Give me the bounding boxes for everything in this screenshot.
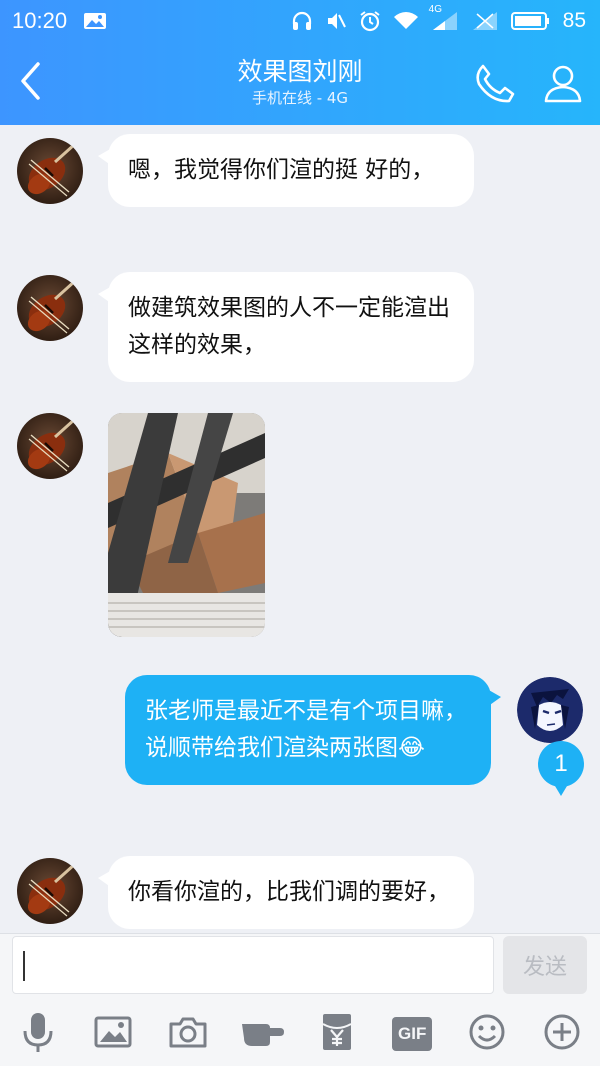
wifi-icon — [393, 11, 419, 31]
network-type: 4G — [428, 4, 442, 15]
status-time: 10:20 — [12, 8, 68, 33]
image-message[interactable] — [108, 413, 265, 637]
signal-icon: 4G — [429, 4, 459, 32]
message-text: 你看你渲的，比我们调的要好， — [128, 879, 450, 905]
title-bar: 效果图刘刚 手机在线 - 4G — [0, 42, 600, 125]
message-bubble[interactable]: 嗯，我觉得你们渲的挺 好的， — [98, 134, 474, 207]
message-text: 嗯，我觉得你们渲的挺 好的， — [128, 157, 435, 183]
my-avatar[interactable] — [517, 677, 583, 743]
unread-count: 1 — [554, 750, 568, 777]
call-button[interactable] — [470, 62, 520, 108]
message-bubble[interactable]: 你看你渲的，比我们调的要好， — [98, 856, 474, 929]
send-button[interactable]: 发送 — [503, 936, 587, 994]
chat-title: 效果图刘刚 — [237, 57, 363, 86]
mic-icon — [22, 1011, 54, 1057]
picture-icon — [94, 1016, 132, 1052]
text-caret — [23, 951, 25, 981]
status-bar: 10:20 4G 85 — [0, 0, 600, 42]
poke-button[interactable] — [241, 1012, 285, 1056]
chat-subtitle: 手机在线 - 4G — [251, 89, 349, 107]
battery-level: 85 — [562, 9, 586, 32]
mute-icon — [325, 10, 347, 32]
profile-icon — [543, 62, 583, 108]
emoji-button[interactable] — [465, 1012, 509, 1056]
contact-avatar[interactable] — [17, 138, 83, 204]
message-text: 做建筑效果图的人不一定能渲出这样的效果， — [128, 295, 450, 358]
phone-icon — [473, 62, 517, 108]
poke-icon — [240, 1016, 286, 1052]
message-bubble[interactable]: 做建筑效果图的人不一定能渲出这样的效果， — [98, 272, 474, 382]
signal-icon — [471, 10, 499, 32]
red-packet-button[interactable] — [315, 1012, 359, 1056]
battery-icon — [510, 11, 551, 31]
header: 10:20 4G 85 效果图刘刚 手机在线 - 4G — [0, 0, 600, 125]
profile-button[interactable] — [538, 62, 588, 108]
composer: 发送 GIF — [0, 933, 600, 1066]
image-icon — [83, 11, 107, 31]
plus-icon — [543, 1013, 581, 1055]
emoji-icon — [468, 1013, 506, 1055]
laughing-emoji: 😂 — [398, 735, 425, 761]
more-button[interactable] — [540, 1012, 584, 1056]
unread-badge[interactable]: 1 — [538, 741, 584, 796]
gif-button[interactable]: GIF — [390, 1012, 434, 1056]
gif-icon: GIF — [392, 1017, 433, 1051]
voice-button[interactable] — [16, 1012, 60, 1056]
back-icon — [19, 61, 41, 105]
contact-avatar[interactable] — [17, 858, 83, 924]
composer-toolbar: GIF — [0, 1006, 600, 1062]
contact-avatar[interactable] — [17, 275, 83, 341]
headphone-icon — [291, 10, 313, 32]
red-packet-icon — [321, 1012, 353, 1056]
gif-label: GIF — [398, 1024, 427, 1043]
back-button[interactable] — [10, 58, 50, 108]
message-list[interactable]: 嗯，我觉得你们渲的挺 好的， 做建筑效果图的人不一定能渲出这样的效果， 张老师是… — [0, 125, 600, 933]
contact-avatar[interactable] — [17, 413, 83, 479]
message-input[interactable] — [12, 936, 494, 994]
camera-button[interactable] — [166, 1012, 210, 1056]
camera-icon — [169, 1016, 207, 1052]
chat-title-block[interactable]: 效果图刘刚 手机在线 - 4G — [150, 56, 450, 108]
alarm-icon — [359, 10, 381, 32]
message-bubble-outgoing[interactable]: 张老师是最近不是有个项目嘛，说顺带给我们渲染两张图😂 — [125, 675, 501, 785]
photo-button[interactable] — [91, 1012, 135, 1056]
